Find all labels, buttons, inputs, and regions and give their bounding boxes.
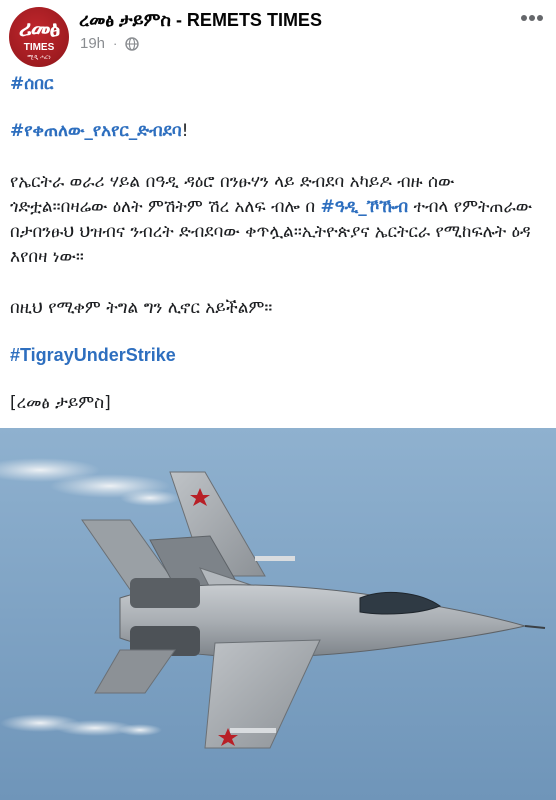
hashtag-adi-kokob[interactable]: #ዓዲ_ኾኹብ (321, 197, 409, 217)
hashtag-breaking[interactable]: #ሰበር (10, 72, 546, 97)
globe-icon[interactable] (125, 36, 140, 51)
paragraph-1: የኤርትራ ወራሪ ሃይል በዓዲ ዳዕሮ በንፁሃን ላይ ድብደባ አካይዶ… (10, 170, 546, 270)
more-options-icon[interactable] (512, 4, 552, 32)
fighter-jet-image (0, 428, 556, 800)
avatar[interactable]: ሪመፅ TIMES ሚዲ ሓርነ (9, 7, 69, 67)
meta-separator: · (113, 36, 118, 51)
exclamation: ! (181, 121, 189, 141)
page-name-link[interactable]: ረመፅ ታይምስ - REMETS TIMES (79, 10, 322, 31)
hashtag-continued-airstrike[interactable]: #የቀጠለው_የአየር_ድብደባ (10, 121, 182, 141)
post-timestamp[interactable]: 19h (80, 35, 105, 52)
avatar-logo-text: ሪመፅ (18, 16, 60, 42)
avatar-logo-tagline: ሚዲ ሓርነ (27, 54, 51, 61)
facebook-post: ሪመፅ TIMES ሚዲ ሓርነ ረመፅ ታይምስ - REMETS TIMES… (0, 0, 556, 800)
post-header: ሪመፅ TIMES ሚዲ ሓርነ ረመፅ ታይምስ - REMETS TIMES… (0, 0, 556, 67)
hashtag-breaking-text[interactable]: #ሰበር (10, 74, 53, 94)
paragraph-2: በዚህ የሚቀም ትግል ግን ሊኖር አይችልም። (10, 298, 273, 318)
hashtag-tigray-under-strike[interactable]: #TigrayUnderStrike (10, 345, 176, 365)
post-meta: 19h · (80, 35, 140, 52)
post-body: #ሰበር #የቀጠለው_የአየር_ድብደባ! የኤርትራ ወራሪ ሃይል በዓዲ… (10, 70, 546, 416)
post-photo[interactable] (0, 428, 556, 800)
avatar-logo-subtext: TIMES (23, 42, 55, 53)
hashtag-continued-airstrike-line: #የቀጠለው_የአየር_ድብደባ! (10, 119, 546, 144)
hashtag-tigray-line: #TigrayUnderStrike (10, 343, 546, 369)
signature: [ረመፅ ታይምስ] (10, 393, 111, 413)
